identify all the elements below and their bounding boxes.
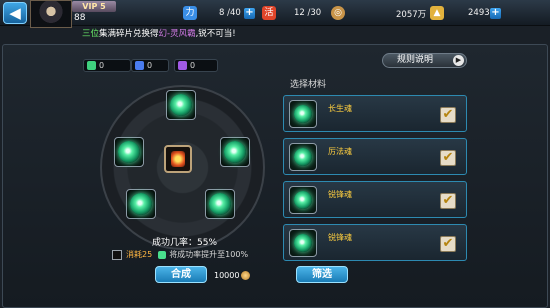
copper-coin-icon: ◎ (331, 6, 345, 20)
input-slot-left[interactable] (114, 137, 144, 167)
coin-value: 2057万 (396, 10, 427, 20)
material-row[interactable]: 厉法魂 ✔ (283, 138, 467, 175)
marquee-player: 三位 (82, 29, 100, 39)
soul-orb-icon (294, 191, 312, 209)
material-checkbox[interactable]: ✔ (440, 236, 456, 252)
green-gem-icon (158, 250, 167, 259)
green-gem-counter: 0 (83, 59, 131, 72)
purple-gem-counter: 0 (174, 59, 218, 72)
material-checkbox[interactable]: ✔ (440, 193, 456, 209)
soul-orb-icon (118, 141, 140, 163)
result-slot[interactable] (164, 145, 192, 173)
material-name: 长生魂 (328, 104, 352, 113)
back-button[interactable]: ◀ (3, 2, 27, 24)
stamina-icon: 活 (262, 6, 276, 20)
soul-orb-icon (209, 193, 231, 215)
craft-cost: 10000 (214, 271, 251, 280)
material-name: 厉法魂 (328, 147, 352, 156)
gold-ingot-icon: ▲ (430, 6, 444, 20)
input-slot-right[interactable] (220, 137, 250, 167)
input-slot-bottom-right[interactable] (205, 189, 235, 219)
craft-cost-value: 10000 (214, 271, 240, 280)
blue-gem-counter: 0 (131, 59, 169, 72)
boost-text: 将成功率提升至100% (169, 250, 249, 259)
lightning-icon: 力 (183, 6, 197, 20)
material-icon-frame (289, 143, 317, 171)
fire-soul-icon (171, 151, 185, 167)
purple-gem-count: 0 (190, 61, 196, 70)
blue-gem-count: 0 (147, 61, 153, 70)
purple-gem-icon (178, 61, 187, 70)
consume-checkbox[interactable] (112, 249, 122, 260)
marquee-suffix: ,锐不可当! (195, 29, 236, 39)
copper-coin-icon (241, 271, 251, 280)
rules-button[interactable]: 规则说明 ▶ (382, 53, 467, 68)
craft-button[interactable]: 合成 (155, 266, 207, 283)
material-row[interactable]: 长生魂 ✔ (283, 95, 467, 132)
soul-orb-icon (294, 148, 312, 166)
announcement-marquee: 三位集满碎片兑换得幻-灵风霸,锐不可当! (82, 28, 550, 40)
consume-label: 消耗25 (126, 250, 153, 259)
avatar[interactable] (30, 0, 72, 28)
soul-orb-icon (224, 141, 246, 163)
soul-orb-icon (170, 94, 192, 116)
green-gem-icon (87, 61, 96, 70)
gold-value: 2493 (468, 8, 490, 18)
material-icon-frame (289, 100, 317, 128)
filter-button[interactable]: 筛选 (296, 266, 348, 283)
stamina-value: 12 /30 (294, 8, 322, 18)
material-checkbox[interactable]: ✔ (440, 107, 456, 123)
vip-badge[interactable]: VIP 5 (72, 1, 116, 12)
marquee-item: 幻-灵风霸 (158, 29, 196, 39)
soul-orb-icon (294, 234, 312, 252)
green-gem-count: 0 (99, 61, 105, 70)
material-name: 锐锋魂 (328, 233, 352, 242)
marquee-text: 集满碎片兑换得 (99, 29, 159, 39)
energy-value: 8 /40 (219, 8, 241, 18)
player-level: 88 (74, 13, 86, 23)
material-row[interactable]: 锐锋魂 ✔ (283, 181, 467, 218)
material-icon-frame (289, 229, 317, 257)
material-icon-frame (289, 186, 317, 214)
chevron-right-icon: ▶ (453, 55, 464, 66)
soul-orb-icon (130, 193, 152, 215)
input-slot-top[interactable] (166, 90, 196, 120)
material-list: 长生魂 ✔ 厉法魂 ✔ 锐锋魂 ✔ 锐锋魂 ✔ (283, 89, 467, 263)
blue-gem-icon (135, 61, 144, 70)
success-rate: 成功几率：55% (152, 238, 218, 248)
material-checkbox[interactable]: ✔ (440, 150, 456, 166)
soul-orb-icon (294, 105, 312, 123)
rules-button-label: 规则说明 (397, 55, 434, 65)
add-energy-button[interactable]: + (244, 8, 255, 19)
input-slot-bottom-left[interactable] (126, 189, 156, 219)
back-arrow-icon: ◀ (9, 4, 21, 22)
material-name: 锐锋魂 (328, 190, 352, 199)
consume-option: 消耗25 将成功率提升至100% (112, 249, 248, 261)
add-gold-button[interactable]: + (490, 8, 501, 19)
material-row[interactable]: 锐锋魂 ✔ (283, 224, 467, 261)
